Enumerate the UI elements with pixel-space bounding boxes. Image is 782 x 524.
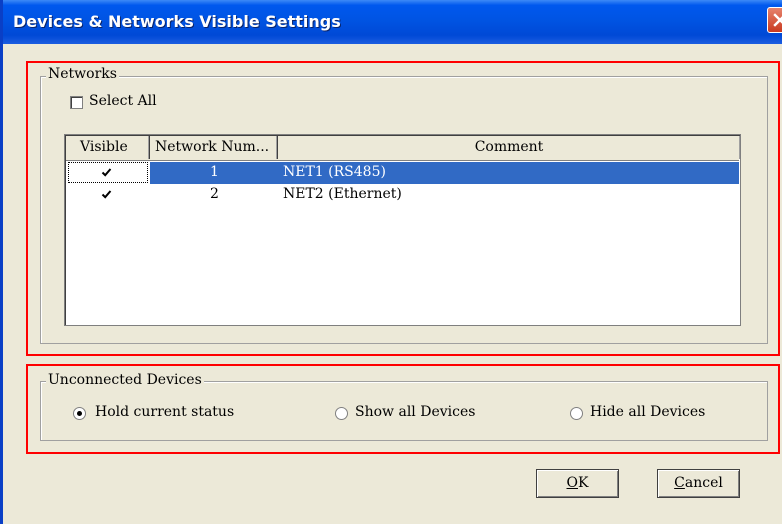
network-number-cell: 1 (210, 164, 219, 180)
row-selection-highlight (150, 162, 739, 184)
show-all-label[interactable]: Show all Devices (355, 404, 475, 420)
table-row[interactable]: 2 NET2 (Ethernet) (66, 184, 739, 206)
title-bar[interactable]: Devices & Networks Visible Settings (3, 0, 782, 44)
checkmark-icon (101, 168, 112, 177)
window-title: Devices & Networks Visible Settings (13, 12, 341, 31)
radio-selected-dot (77, 411, 82, 416)
hold-status-label[interactable]: Hold current status (95, 404, 234, 420)
select-all-checkbox[interactable] (70, 96, 83, 109)
hide-all-label[interactable]: Hide all Devices (590, 404, 705, 420)
ok-button-mnemonic: O (566, 475, 578, 491)
show-all-radio[interactable] (335, 407, 348, 420)
column-header-comment[interactable]: Comment (278, 136, 740, 159)
close-icon (773, 13, 782, 27)
select-all-label[interactable]: Select All (89, 93, 157, 109)
network-number-cell: 2 (210, 186, 219, 202)
column-header-visible[interactable]: Visible (66, 136, 150, 159)
networks-legend: Networks (46, 66, 119, 82)
hide-all-radio[interactable] (570, 407, 583, 420)
list-header: Visible Network Num... Comment (66, 136, 739, 161)
ok-button-label-rest: K (578, 475, 589, 491)
column-header-comment-label: Comment (474, 139, 544, 155)
column-header-visible-label: Visible (80, 139, 128, 155)
dialog-window: Devices & Networks Visible Settings Netw… (0, 0, 782, 524)
visible-checkbox[interactable] (101, 167, 112, 178)
hold-status-radio[interactable] (73, 407, 86, 420)
unconnected-legend: Unconnected Devices (46, 372, 204, 388)
visible-checkbox[interactable] (101, 189, 112, 200)
checkmark-icon (101, 190, 112, 199)
cancel-button[interactable]: Cancel (657, 469, 740, 498)
ok-button[interactable]: OK (536, 469, 619, 498)
cancel-button-label-rest: ancel (684, 475, 723, 491)
table-row[interactable]: 1 NET1 (RS485) (66, 162, 739, 184)
networks-list[interactable]: Visible Network Num... Comment 1 NET1 (R… (64, 134, 741, 326)
column-header-network-number-label: Network Num... (155, 139, 270, 155)
column-header-network-number[interactable]: Network Num... (150, 136, 278, 159)
close-button[interactable] (767, 7, 782, 33)
comment-cell: NET2 (Ethernet) (283, 186, 402, 202)
comment-cell: NET1 (RS485) (283, 164, 386, 180)
cancel-button-mnemonic: C (674, 475, 685, 491)
